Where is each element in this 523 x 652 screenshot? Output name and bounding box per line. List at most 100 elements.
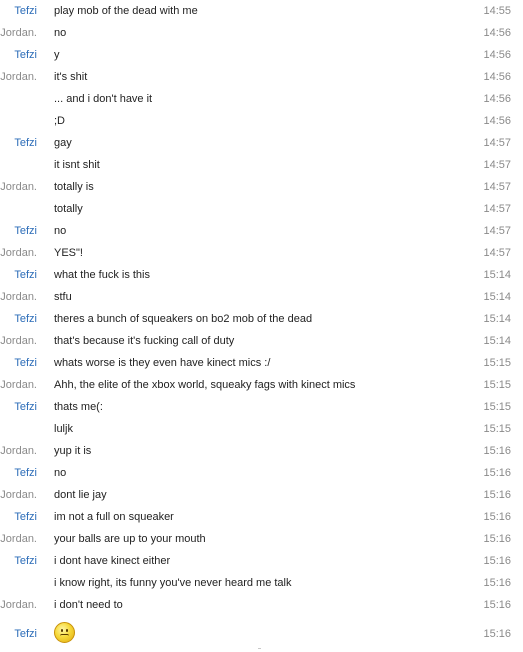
message-sender: Tefzi — [14, 555, 37, 567]
message-text: no — [54, 225, 67, 237]
message-timestamp: 15:16 — [483, 577, 511, 589]
message-timestamp: 15:15 — [483, 357, 511, 369]
message-text: i dont have kinect either — [54, 555, 171, 567]
message-sender: Tefzi — [14, 628, 37, 640]
message-sender: Jordan. — [0, 379, 37, 391]
message-row: Tefzi thats me(: 15:15 — [0, 396, 523, 418]
message-timestamp: 14:56 — [483, 71, 511, 83]
message-sender: Tefzi — [14, 313, 37, 325]
message-text: stfu — [54, 291, 72, 303]
message-sender: Jordan. — [0, 71, 37, 83]
message-row: Tefzi whats worse is they even have kinec… — [0, 352, 523, 374]
message-sender: Tefzi — [14, 49, 37, 61]
message-row: Jordan. it's shit 14:56 — [0, 66, 523, 88]
message-row: Tefzi gay 14:57 — [0, 132, 523, 154]
message-timestamp: 14:56 — [483, 93, 511, 105]
message-row: Jordan. your balls are up to your mouth 15… — [0, 528, 523, 550]
message-timestamp: 14:56 — [483, 49, 511, 61]
message-text: what the fuck is this — [54, 269, 150, 281]
message-timestamp: 15:16 — [483, 511, 511, 523]
message-row: Tefzi no 14:57 — [0, 220, 523, 242]
message-row: Tefzi no 15:16 — [0, 462, 523, 484]
message-sender: Jordan. — [0, 533, 37, 545]
message-sender: Jordan. — [0, 291, 37, 303]
message-timestamp: 15:14 — [483, 291, 511, 303]
message-row: Tefzi what the fuck is this 15:14 — [0, 264, 523, 286]
message-row: Jordan. stfu 15:14 — [0, 286, 523, 308]
message-sender: Tefzi — [14, 225, 37, 237]
message-timestamp: 15:16 — [483, 489, 511, 501]
message-timestamp: 15:15 — [483, 379, 511, 391]
message-row: i know right, its funny you've never hea… — [0, 572, 523, 594]
message-row: Jordan. Ahh, the elite of the xbox world,… — [0, 374, 523, 396]
message-text: it's shit — [54, 71, 88, 83]
message-timestamp: 14:57 — [483, 203, 511, 215]
message-row: Jordan. yup it is 15:16 — [0, 440, 523, 462]
message-row: totally 14:57 — [0, 198, 523, 220]
message-text: play mob of the dead with me — [54, 5, 198, 17]
message-timestamp: 15:16 — [483, 628, 511, 640]
message-timestamp: 14:55 — [483, 5, 511, 17]
message-row: Jordan. i don't need to 15:16 — [0, 594, 523, 616]
message-text: theres a bunch of squeakers on bo2 mob o… — [54, 313, 313, 325]
message-timestamp: 14:57 — [483, 137, 511, 149]
message-sender: Jordan. — [0, 445, 37, 457]
message-row: Tefzi y 14:56 — [0, 44, 523, 66]
message-row: Tefzi i dont have kinect either 15:16 — [0, 550, 523, 572]
message-text: y — [54, 49, 60, 61]
message-timestamp: 14:57 — [483, 181, 511, 193]
message-row: Jordan. no 14:56 — [0, 22, 523, 44]
message-timestamp: 15:14 — [483, 269, 511, 281]
message-text: im not a full on squeaker — [54, 511, 174, 523]
message-text: ... and i don't have it — [54, 93, 153, 105]
message-text: thats me(: — [54, 401, 103, 413]
message-timestamp: 14:56 — [483, 115, 511, 127]
message-sender: Tefzi — [14, 137, 37, 149]
message-text: dont lie jay — [54, 489, 107, 501]
message-timestamp: 15:16 — [483, 555, 511, 567]
message-text: Ahh, the elite of the xbox world, squeak… — [54, 379, 356, 391]
message-text: whats worse is they even have kinect mic… — [54, 357, 271, 369]
message-text: totally is — [54, 181, 94, 193]
message-timestamp: 15:15 — [483, 423, 511, 435]
smiley-emoticon-icon — [54, 622, 75, 644]
message-sender: Tefzi — [14, 269, 37, 281]
message-row: luljk 15:15 — [0, 418, 523, 440]
message-row: Jordan. totally is 14:57 — [0, 176, 523, 198]
message-sender: Tefzi — [14, 5, 37, 17]
message-sender: Jordan. — [0, 599, 37, 611]
message-row: Jordan. dont lie jay 15:16 — [0, 484, 523, 506]
message-sender: Tefzi — [14, 467, 37, 479]
message-text: YES"! — [54, 247, 83, 259]
message-row: Tefzi 15:16 — [0, 616, 523, 652]
message-timestamp: 14:56 — [483, 27, 511, 39]
message-row: Jordan. YES"! 14:57 — [0, 242, 523, 264]
message-text: ;D — [54, 115, 65, 127]
message-sender: Jordan. — [0, 181, 37, 193]
message-row: Tefzi play mob of the dead with me 14:55 — [0, 0, 523, 22]
message-row: Tefzi theres a bunch of squeakers on bo2 … — [0, 308, 523, 330]
message-text: yup it is — [54, 445, 92, 457]
message-timestamp: 14:57 — [483, 247, 511, 259]
message-text: it isnt shit — [54, 159, 100, 171]
message-row: ... and i don't have it 14:56 — [0, 88, 523, 110]
message-row: Tefzi im not a full on squeaker 15:16 — [0, 506, 523, 528]
message-timestamp: 15:16 — [483, 445, 511, 457]
message-text: gay — [54, 137, 72, 149]
divider — [258, 648, 261, 649]
message-sender: Tefzi — [14, 401, 37, 413]
message-timestamp: 14:57 — [483, 159, 511, 171]
message-sender: Jordan. — [0, 489, 37, 501]
message-text — [54, 616, 75, 652]
message-text: that's because it's fucking call of duty — [54, 335, 235, 347]
message-row: Jordan. that's because it's fucking call … — [0, 330, 523, 352]
message-timestamp: 15:16 — [483, 467, 511, 479]
message-text: totally — [54, 203, 83, 215]
message-timestamp: 15:14 — [483, 335, 511, 347]
message-sender: Tefzi — [14, 511, 37, 523]
message-timestamp: 15:15 — [483, 401, 511, 413]
message-timestamp: 15:16 — [483, 533, 511, 545]
message-text: your balls are up to your mouth — [54, 533, 206, 545]
message-timestamp: 14:57 — [483, 225, 511, 237]
message-text: i don't need to — [54, 599, 123, 611]
